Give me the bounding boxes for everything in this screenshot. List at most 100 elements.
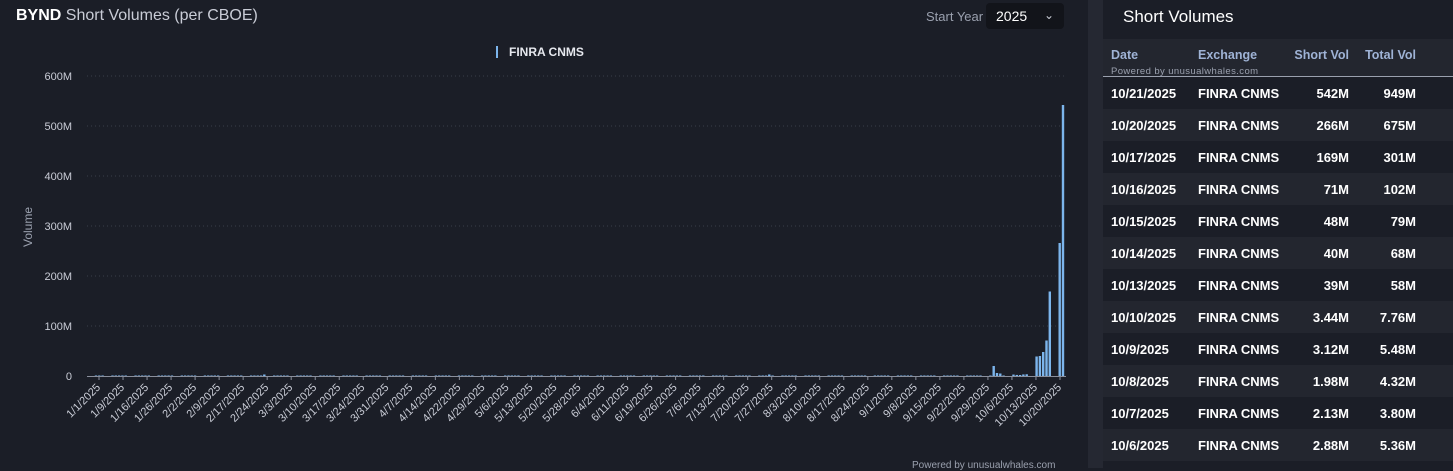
bar [619, 375, 622, 376]
bar [649, 375, 652, 376]
cell-total-vol: 949M [1383, 85, 1416, 101]
bar [975, 375, 979, 376]
bar [919, 375, 923, 376]
bar [187, 375, 190, 376]
bar [233, 375, 236, 376]
bar [942, 375, 946, 376]
table-row: 10/7/2025 FINRA CNMS 2.13M 3.80M [1103, 397, 1453, 429]
bar [160, 375, 164, 376]
column-header-short-vol[interactable]: Short Vol [1290, 39, 1353, 77]
bar [418, 375, 421, 376]
cell-exchange: FINRA CNMS [1198, 85, 1280, 101]
bar [114, 375, 118, 376]
bar [157, 375, 160, 376]
bar [979, 375, 982, 376]
bar [1045, 340, 1048, 376]
bar [517, 375, 520, 376]
cell-spacer [1420, 365, 1453, 397]
bar [642, 375, 646, 376]
bar [398, 375, 401, 376]
bar [170, 375, 174, 376]
cell-exchange: FINRA CNMS [1198, 341, 1280, 357]
cell-spacer [1420, 205, 1453, 237]
table-row: 10/10/2025 FINRA CNMS 3.44M 7.76M [1103, 301, 1453, 333]
bar [467, 375, 471, 376]
bar [1022, 374, 1025, 376]
bar [599, 375, 603, 376]
cell-spacer [1420, 429, 1453, 461]
table-row: 10/15/2025 FINRA CNMS 48M 79M [1103, 205, 1453, 237]
bar [537, 375, 540, 376]
cell-total-vol: 68M [1390, 245, 1416, 261]
cell-short-vol: 71M [1323, 181, 1349, 197]
bar [629, 375, 632, 376]
bar [302, 375, 306, 376]
bar [560, 375, 563, 376]
bar [167, 375, 170, 376]
bar [946, 375, 949, 376]
cell-date: 10/21/2025 [1111, 85, 1177, 101]
cell-exchange: FINRA CNMS [1198, 117, 1280, 133]
bar [249, 375, 253, 376]
cell-date: 10/16/2025 [1111, 181, 1177, 197]
bar [794, 375, 797, 376]
bar [117, 375, 121, 376]
bar [441, 375, 444, 376]
cell-exchange: FINRA CNMS [1198, 245, 1280, 261]
bar [1058, 243, 1061, 376]
bar [213, 375, 217, 376]
cell-short-vol: 1.98M [1312, 373, 1349, 389]
bar [748, 375, 751, 376]
bar [434, 375, 438, 376]
bar [807, 375, 811, 376]
cell-spacer [1420, 301, 1453, 333]
bar [1018, 375, 1022, 376]
bar [510, 375, 514, 376]
bar [210, 375, 213, 376]
bar [952, 375, 956, 376]
bar [583, 375, 586, 376]
cell-total-vol: 675M [1383, 117, 1416, 133]
bar [134, 375, 137, 376]
bar [253, 375, 256, 376]
bar [929, 375, 933, 376]
y-tick-label: 600M [44, 71, 72, 83]
column-header-total-vol[interactable]: Total Vol [1353, 39, 1420, 77]
bar [876, 375, 880, 376]
cell-date: 10/10/2025 [1111, 309, 1177, 325]
bar [969, 375, 972, 376]
bar [421, 375, 424, 376]
bar [164, 375, 167, 376]
bar [494, 375, 497, 376]
bar [886, 375, 890, 376]
bar [718, 375, 721, 376]
bar [368, 375, 372, 376]
bar [735, 375, 738, 376]
bar [444, 375, 448, 376]
bar [1061, 105, 1065, 376]
bar [447, 375, 451, 376]
bar [787, 375, 791, 376]
bar [596, 375, 599, 376]
bar [652, 375, 655, 376]
bar [273, 375, 276, 376]
bar [860, 375, 863, 376]
bar [966, 375, 969, 376]
cell-spacer [1420, 237, 1453, 269]
bar [480, 375, 484, 376]
bar [817, 375, 820, 376]
bar [296, 375, 299, 376]
bar [741, 375, 745, 376]
cell-total-vol: 58M [1390, 277, 1416, 293]
bar [141, 375, 144, 376]
bar [873, 375, 877, 376]
bar [438, 375, 441, 376]
bar [995, 373, 999, 376]
cell-total-vol: 7.76M [1379, 309, 1416, 325]
bar [906, 375, 910, 376]
header-divider [1103, 76, 1453, 77]
bar [768, 374, 771, 376]
cell-short-vol: 3.44M [1312, 309, 1349, 325]
bar [137, 375, 141, 376]
bar [325, 375, 329, 376]
